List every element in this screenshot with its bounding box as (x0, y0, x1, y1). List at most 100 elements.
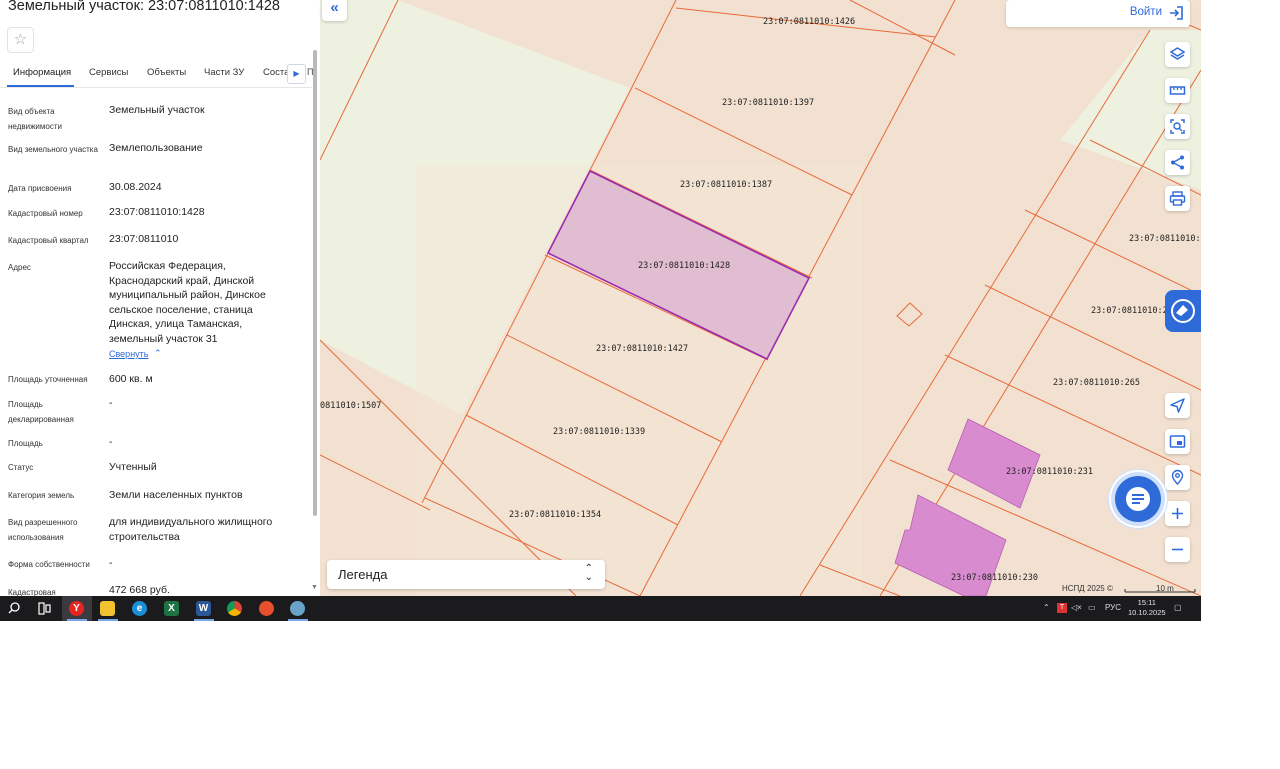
layers-icon (1169, 47, 1186, 60)
language-indicator[interactable]: РУС (1105, 603, 1121, 612)
value-cadastral-number: 23:07:0811010:1428 (109, 206, 205, 218)
yandex-browser-button[interactable]: Y (62, 596, 92, 621)
collapse-panel-button[interactable]: « (322, 0, 347, 21)
location-search-button[interactable] (1165, 465, 1190, 490)
tab-objects[interactable]: Объекты (147, 67, 186, 78)
layers-button[interactable] (1165, 42, 1190, 67)
value-object-type: Земельный участок (109, 104, 205, 116)
map-canvas[interactable]: 23:07:0811010:1426 23:07:0811010:1397 23… (320, 0, 1201, 596)
chevron-up-down-icon: ⌃ ⌄ (584, 563, 593, 583)
value-cadastral-value: 472 668 руб. (109, 584, 170, 596)
parcel-label: 23:07:0811010:231 (1006, 467, 1093, 477)
panel-scrollbar[interactable] (313, 50, 317, 516)
ruler-icon (1169, 86, 1186, 95)
active-tab-indicator (7, 85, 74, 87)
assistant-icon (1171, 299, 1195, 323)
label-ownership-form: Форма собственности (8, 560, 90, 569)
tab-parts[interactable]: Части ЗУ (204, 67, 244, 78)
ruler-button[interactable] (1165, 78, 1190, 103)
tab-info[interactable]: Информация (13, 67, 71, 78)
assistant-widget[interactable] (1165, 290, 1201, 332)
parcel-label-selected: 23:07:0811010:1428 (638, 261, 730, 271)
parcel-label: 23:07:0811010:26 (1129, 234, 1201, 244)
value-permitted-use: для индивидуального жилищного строительс… (109, 516, 273, 543)
login-icon (1170, 6, 1183, 20)
network-icon[interactable]: ▭ (1088, 603, 1096, 612)
parcel-label: 23:07:0811010:265 (1053, 378, 1140, 388)
tray-expand-icon[interactable]: ⌃ (1043, 603, 1050, 612)
value-ownership-form: - (109, 557, 113, 569)
antivirus-icon[interactable]: T (1057, 603, 1067, 613)
date: 10.10.2025 (1128, 608, 1166, 617)
notification-icon[interactable]: ▢ (1174, 603, 1182, 612)
navigate-icon (1170, 398, 1185, 413)
excel-button[interactable]: X (157, 596, 187, 621)
navigate-button[interactable] (1165, 393, 1190, 418)
word-icon: W (196, 601, 211, 616)
active-app-indicator (194, 619, 214, 621)
double-chevron-left-icon: « (330, 0, 339, 16)
small-structure (896, 302, 923, 327)
chrome-button[interactable] (220, 596, 250, 621)
file-explorer-icon (100, 601, 115, 616)
chat-icon (1126, 487, 1150, 511)
label-cadastral-value: Кадастровая (8, 588, 56, 596)
value-area-declared: - (109, 397, 113, 409)
time: 15:11 (1137, 598, 1156, 607)
print-button[interactable] (1165, 186, 1190, 211)
task-view-button[interactable] (29, 596, 59, 621)
active-app-indicator (67, 619, 87, 621)
tabs-scroll-right-button[interactable]: ▶ (287, 64, 306, 84)
file-explorer-button[interactable] (93, 596, 123, 621)
scale-label: 10 m (1156, 584, 1174, 593)
active-app-indicator (98, 619, 118, 621)
value-land-type: Землепользование (109, 142, 203, 154)
word-button[interactable]: W (189, 596, 219, 621)
tab-bar: Информация Сервисы Объекты Части ЗУ Сост… (0, 60, 312, 88)
chat-button[interactable] (1115, 476, 1161, 522)
edge-button[interactable]: e (125, 596, 155, 621)
collapse-link[interactable]: Свернуть (109, 349, 148, 359)
tab-services[interactable]: Сервисы (89, 67, 128, 78)
taskbar: Y e X W ⌃ T ◁× ▭ РУС 15:11 10.10.2025 ▢ (0, 596, 1201, 621)
volume-icon[interactable]: ◁× (1071, 603, 1082, 612)
share-button[interactable] (1165, 150, 1190, 175)
building[interactable] (947, 418, 1041, 509)
app-icon-2 (290, 601, 305, 616)
search-taskbar-button[interactable] (0, 596, 30, 621)
map-view[interactable]: 23:07:0811010:1426 23:07:0811010:1397 23… (320, 0, 1201, 596)
panel-title: Земельный участок: 23:07:0811010:1428 (8, 0, 280, 14)
select-area-icon (1170, 119, 1185, 134)
print-icon (1169, 191, 1186, 206)
zoom-out-button[interactable] (1165, 537, 1190, 562)
login-button[interactable]: Войти (1006, 0, 1190, 27)
favorite-button[interactable]: ☆ (7, 27, 34, 53)
parcel-label: 23:07:0811010:1339 (553, 427, 645, 437)
select-area-button[interactable] (1165, 114, 1190, 139)
minimap-button[interactable] (1165, 429, 1190, 454)
parcel-label: 0811010:1507 (320, 401, 381, 411)
label-area-declared: Площадь декларированная (8, 400, 74, 424)
label-permitted-use: Вид разрешенного использования (8, 518, 78, 542)
legend-selector[interactable]: Легенда ⌃ ⌄ (327, 560, 605, 589)
value-assign-date: 30.08.2024 (109, 181, 162, 193)
app-button[interactable] (252, 596, 282, 621)
chevron-up-icon: ⌃ (154, 348, 162, 358)
clock[interactable]: 15:11 10.10.2025 (1128, 598, 1166, 618)
parcel-label: 23:07:0811010:26 (1091, 306, 1173, 316)
label-cadastral-number: Кадастровый номер (8, 209, 83, 218)
zoom-in-button[interactable] (1165, 501, 1190, 526)
scroll-down-arrow-icon[interactable]: ▼ (311, 584, 318, 591)
tab-composition[interactable]: Соста (263, 67, 289, 78)
chevron-right-icon: ▶ (293, 69, 300, 78)
value-area: - (109, 436, 113, 448)
location-search-icon (1171, 469, 1184, 485)
parcel-label: 23:07:0811010:1387 (680, 180, 772, 190)
zoom-in-icon (1172, 508, 1183, 519)
task-view-icon (38, 602, 51, 615)
value-land-category: Земли населенных пунктов (109, 489, 243, 501)
app-icon (259, 601, 274, 616)
app-button-2[interactable] (283, 596, 313, 621)
star-icon: ☆ (13, 31, 28, 48)
label-status: Статус (8, 463, 34, 472)
